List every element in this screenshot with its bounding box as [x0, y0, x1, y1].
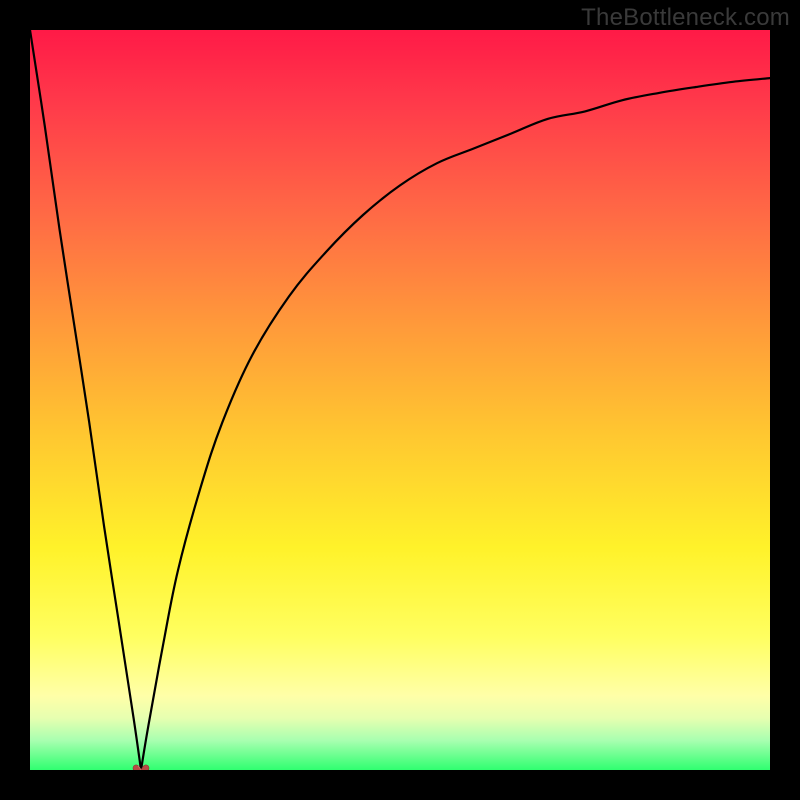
curve-right-branch	[141, 78, 770, 770]
plot-area	[30, 30, 770, 770]
curve-left-branch	[30, 30, 141, 770]
watermark-text: TheBottleneck.com	[581, 4, 790, 32]
curve-layer	[30, 30, 770, 770]
chart-frame: TheBottleneck.com	[0, 0, 800, 800]
